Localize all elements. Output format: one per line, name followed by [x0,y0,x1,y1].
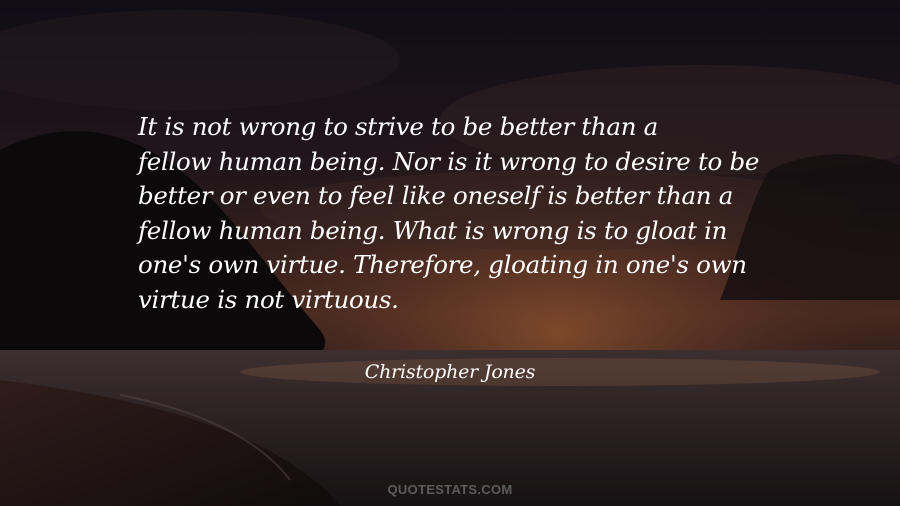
quote-line: one's own virtue. Therefore, gloating in… [138,250,747,280]
quote-author: Christopher Jones [364,361,536,383]
site-watermark: QUOTESTATS.COM [387,482,513,497]
quote-line: fellow human being. What is wrong is to … [138,215,728,245]
quote-line: fellow human being. Nor is it wrong to d… [138,146,760,176]
quote-text: It is not wrong to strive to be better t… [138,110,778,318]
quote-line: It is not wrong to strive to be better t… [138,112,658,141]
quote-line: virtue is not virtuous. [138,284,399,314]
quote-line: better or even to feel like oneself is b… [138,181,734,211]
quote-card: It is not wrong to strive to be better t… [0,0,900,506]
